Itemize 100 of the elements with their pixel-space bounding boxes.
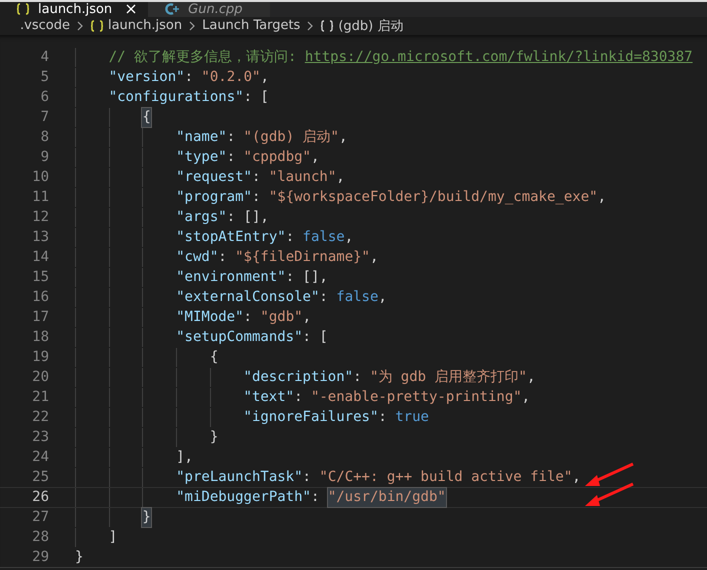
line-number: 26	[31, 488, 49, 507]
line-number: 6	[40, 88, 49, 107]
string-value: "launch"	[268, 168, 336, 187]
string-value: "gdb"	[260, 308, 303, 327]
braces-icon	[90, 20, 104, 32]
punctuation: ,	[378, 288, 387, 307]
punctuation: :	[244, 308, 253, 327]
line-number: 16	[31, 288, 49, 307]
property-key: "args"	[176, 208, 227, 227]
string-value: "/usr/bin/gdb"	[328, 488, 446, 507]
line-number: 19	[31, 348, 49, 367]
property-key: "version"	[108, 68, 185, 87]
line-number: 24	[31, 448, 49, 467]
punctuation: {	[210, 348, 218, 367]
punctuation: ,	[598, 188, 606, 207]
property-key: "ignoreFailures"	[244, 408, 378, 427]
breadcrumb-item[interactable]: Launch Targets	[202, 18, 300, 34]
line-number: 10	[31, 168, 49, 187]
chevron-icon	[306, 20, 314, 31]
punctuation: ,	[370, 248, 378, 267]
code-comment: // 欲了解更多信息，请访问:	[108, 48, 298, 67]
property-key: "description"	[244, 368, 354, 387]
line-number: 17	[31, 308, 49, 327]
editor-tab[interactable]: Gun.cpp	[148, 2, 270, 17]
punctuation: : [],	[226, 208, 269, 227]
punctuation: ,	[336, 168, 345, 187]
property-key: "text"	[244, 388, 294, 407]
punctuation: ,	[572, 468, 581, 487]
string-value: "-enable-pretty-printing"	[310, 388, 522, 407]
punctuation: :	[226, 128, 236, 147]
string-value: "为 gdb 启用整齐打印"	[370, 368, 527, 387]
property-key: "miDebuggerPath"	[176, 488, 311, 507]
property-key: "externalConsole"	[176, 288, 320, 307]
breadcrumb-item[interactable]: launch.json	[108, 18, 182, 34]
line-number: 5	[40, 68, 49, 87]
string-value: "${fileDirname}"	[235, 248, 370, 267]
punctuation: ,	[344, 228, 354, 247]
punctuation: ]	[108, 528, 118, 547]
punctuation: ,	[310, 148, 320, 167]
string-value: "(gdb) 启动"	[244, 128, 339, 147]
property-key: "environment"	[176, 268, 286, 287]
breadcrumb-item[interactable]: .vscode	[20, 18, 70, 34]
line-number: 15	[31, 268, 49, 287]
property-key: "program"	[176, 188, 252, 207]
punctuation: {	[142, 108, 151, 127]
property-key: "cwd"	[176, 248, 218, 267]
line-number: 8	[40, 128, 49, 147]
keyword: false	[302, 228, 345, 247]
braces-icon	[320, 20, 334, 32]
punctuation: ,	[338, 128, 348, 147]
punctuation: }	[142, 508, 151, 527]
punctuation: :	[218, 248, 228, 267]
braces-icon	[16, 3, 30, 16]
line-number: 23	[31, 428, 49, 447]
punctuation: :	[184, 68, 194, 87]
line-number: 7	[40, 108, 49, 127]
tab-label: Gun.cpp	[188, 2, 242, 17]
cpp-file-icon	[164, 2, 180, 16]
property-key: "name"	[176, 128, 227, 147]
punctuation: :	[310, 488, 320, 507]
punctuation: :	[378, 408, 388, 427]
string-value: "0.2.0"	[201, 68, 260, 87]
line-number: 29	[31, 548, 49, 567]
punctuation: :	[252, 168, 262, 187]
punctuation: }	[210, 428, 218, 447]
line-number: 25	[31, 468, 49, 487]
line-number: 21	[31, 388, 49, 407]
punctuation: :	[252, 188, 262, 207]
line-number: 11	[31, 188, 49, 207]
punctuation: ,	[302, 308, 311, 327]
punctuation: :	[294, 388, 304, 407]
breadcrumb-item[interactable]: (gdb) 启动	[338, 16, 404, 35]
comment-link[interactable]: https://go.microsoft.com/fwlink/?linkid=830387	[304, 48, 693, 67]
chevron-icon	[188, 20, 196, 31]
keyword: true	[395, 408, 429, 427]
string-value: "${workspaceFolder}/build/my_cmake_exe"	[268, 188, 598, 207]
line-number: 9	[40, 148, 49, 167]
punctuation: : [	[244, 88, 269, 107]
line-number: 13	[31, 228, 49, 247]
property-key: "preLaunchTask"	[176, 468, 303, 487]
line-number: 4	[40, 48, 49, 67]
punctuation: :	[353, 368, 363, 387]
punctuation: :	[226, 148, 236, 167]
punctuation: ,	[526, 368, 536, 387]
punctuation: ],	[176, 448, 193, 467]
close-icon[interactable]	[126, 4, 136, 14]
line-number: 22	[31, 408, 49, 427]
punctuation: : [	[302, 328, 328, 347]
line-number: 28	[31, 528, 49, 547]
punctuation: :	[302, 468, 312, 487]
property-key: "setupCommands"	[176, 328, 303, 347]
punctuation: : [],	[286, 268, 328, 287]
editor-tab[interactable]: launch.json	[0, 2, 148, 17]
line-number: 14	[31, 248, 49, 267]
line-number: 12	[31, 208, 49, 227]
punctuation: ,	[522, 388, 530, 407]
chevron-icon	[76, 20, 84, 31]
line-number: 18	[31, 328, 49, 347]
property-key: "request"	[176, 168, 252, 187]
punctuation: }	[75, 548, 84, 567]
